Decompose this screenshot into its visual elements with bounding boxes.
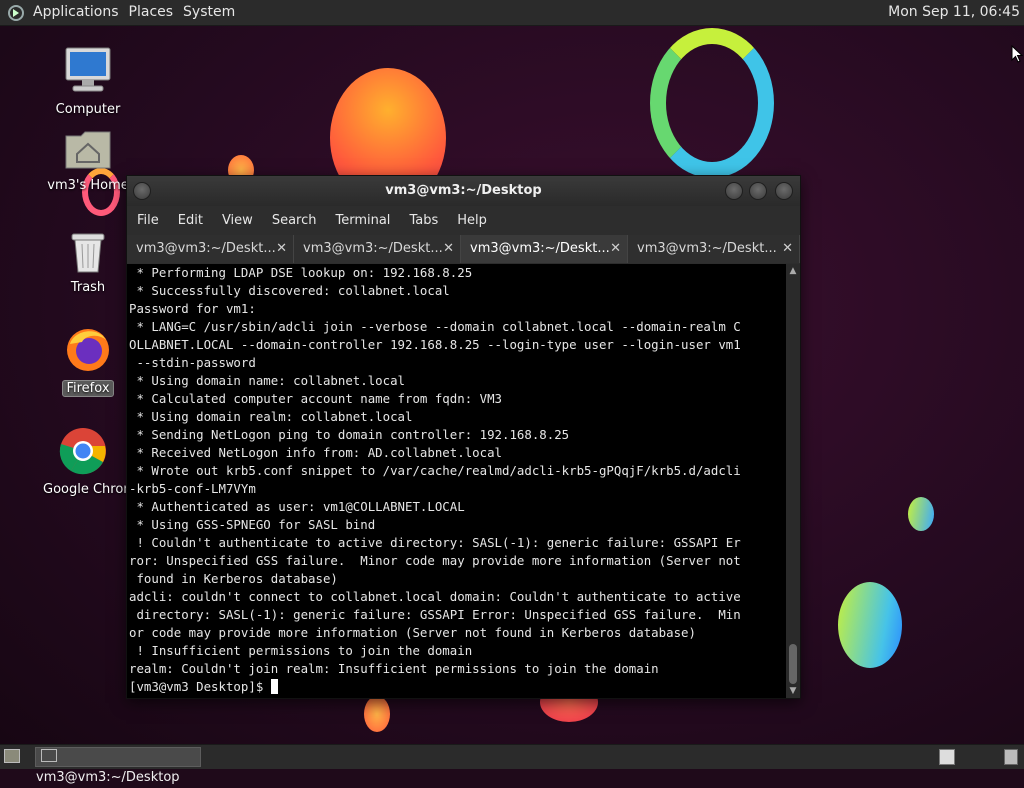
tab-label: vm3@vm3:~/Deskt... <box>637 241 777 256</box>
terminal-line: -krb5-conf-LM7VYm <box>129 481 256 496</box>
system-menu[interactable]: System <box>183 0 245 25</box>
terminal-output[interactable]: * Performing LDAP DSE lookup on: 192.168… <box>127 264 786 698</box>
clock[interactable]: Mon Sep 11, 06:45 <box>888 0 1020 25</box>
show-desktop-icon[interactable] <box>4 749 20 763</box>
tab-label: vm3@vm3:~/Deskt... <box>303 241 443 256</box>
trash-applet-icon[interactable] <box>1004 749 1018 765</box>
terminal-line: adcli: couldn't connect to collabnet.loc… <box>129 589 741 604</box>
desktop-icon-firefox[interactable]: Firefox <box>40 326 136 397</box>
terminal-line: * LANG=C /usr/sbin/adcli join --verbose … <box>129 319 741 334</box>
terminal-window-icon <box>41 749 57 762</box>
terminal-line: * Wrote out krb5.conf snippet to /var/ca… <box>129 463 741 478</box>
tab-label: vm3@vm3:~/Deskt... <box>136 241 276 256</box>
taskbar-window-label: vm3@vm3:~/Desktop <box>36 770 180 785</box>
terminal-line: * Authenticated as user: vm1@COLLABNET.L… <box>129 499 465 514</box>
terminal-window[interactable]: vm3@vm3:~/Desktop File Edit View Search … <box>126 175 801 699</box>
terminal-line: ! Couldn't authenticate to active direct… <box>129 535 741 550</box>
terminal-line: * Successfully discovered: collabnet.loc… <box>129 283 450 298</box>
terminal-line: realm: Couldn't join realm: Insufficient… <box>129 661 659 676</box>
places-menu[interactable]: Places <box>129 0 184 25</box>
wallpaper-green-blue-blob <box>838 582 902 668</box>
menu-search[interactable]: Search <box>262 213 326 228</box>
wallpaper-bottom-orange-blob <box>364 696 390 732</box>
tab-label: vm3@vm3:~/Deskt... <box>470 241 610 256</box>
close-tab-icon[interactable]: ✕ <box>610 235 621 263</box>
menu-terminal[interactable]: Terminal <box>325 213 399 228</box>
wallpaper-small-green-blob <box>908 497 934 531</box>
terminal-tab[interactable]: vm3@vm3:~/Deskt... ✕ <box>628 235 800 263</box>
firefox-icon <box>67 329 109 371</box>
desktop-icon-label: vm3's Home <box>47 178 129 193</box>
text-cursor <box>270 679 278 694</box>
scrollbar-thumb[interactable] <box>789 644 797 684</box>
terminal-line: * Using GSS-SPNEGO for SASL bind <box>129 517 376 532</box>
computer-icon <box>65 47 111 92</box>
scroll-up-icon[interactable]: ▲ <box>786 266 800 276</box>
terminal-line: ror: Unspecified GSS failure. Minor code… <box>129 553 741 568</box>
shell-prompt: [vm3@vm3 Desktop]$ <box>129 679 271 694</box>
terminal-line: * Using domain realm: collabnet.local <box>129 409 413 424</box>
terminal-line: * Received NetLogon info from: AD.collab… <box>129 445 502 460</box>
terminal-line: OLLABNET.LOCAL --domain-controller 192.1… <box>129 337 741 352</box>
top-panel: Applications Places System Mon Sep 11, 0… <box>0 0 1024 26</box>
desktop-icon-trash[interactable]: Trash <box>40 228 136 295</box>
chrome-icon <box>59 428 106 475</box>
terminal-line: --stdin-password <box>129 355 256 370</box>
window-titlebar[interactable]: vm3@vm3:~/Desktop <box>127 176 800 206</box>
bottom-panel: vm3@vm3:~/Desktop <box>0 744 1024 785</box>
terminal-line: * Performing LDAP DSE lookup on: 192.168… <box>129 265 473 280</box>
desktop-icon-label: Trash <box>70 280 106 295</box>
close-tab-icon[interactable]: ✕ <box>782 235 793 263</box>
maximize-button[interactable] <box>749 182 767 200</box>
terminal-line: directory: SASL(-1): generic failure: GS… <box>129 607 741 622</box>
window-title: vm3@vm3:~/Desktop <box>385 183 542 198</box>
wallpaper-ring <box>650 28 774 178</box>
menu-view[interactable]: View <box>212 213 262 228</box>
applications-menu[interactable]: Applications <box>33 0 129 25</box>
terminal-line: * Sending NetLogon ping to domain contro… <box>129 427 570 442</box>
terminal-line: * Calculated computer account name from … <box>129 391 502 406</box>
terminal-prompt-line[interactable]: [vm3@vm3 Desktop]$ <box>127 678 786 696</box>
terminal-scrollbar[interactable]: ▲ ▼ <box>786 264 800 698</box>
mouse-pointer-icon <box>1011 45 1023 63</box>
menu-tabs[interactable]: Tabs <box>399 213 447 228</box>
terminal-line: * Using domain name: collabnet.local <box>129 373 406 388</box>
minimize-button[interactable] <box>725 182 743 200</box>
desktop-icon-label: Firefox <box>62 380 114 397</box>
terminal-tab[interactable]: vm3@vm3:~/Deskt... ✕ <box>127 235 294 263</box>
desktop-icon-label: Computer <box>55 102 121 117</box>
desktop-icon-home[interactable]: vm3's Home <box>40 128 136 193</box>
terminal-line: Password for vm1: <box>129 301 256 316</box>
terminal-menubar: File Edit View Search Terminal Tabs Help <box>127 206 800 234</box>
workspace-switcher[interactable] <box>939 749 955 765</box>
terminal-tabbar: vm3@vm3:~/Deskt... ✕ vm3@vm3:~/Deskt... … <box>127 235 800 263</box>
terminal-line: found in Kerberos database) <box>129 571 338 586</box>
trash-icon <box>71 233 105 273</box>
home-folder-icon <box>65 131 111 169</box>
terminal-line: ! Insufficient permissions to join the d… <box>129 643 473 658</box>
desktop-icon-computer[interactable]: Computer <box>40 46 136 117</box>
taskbar-window-button[interactable]: vm3@vm3:~/Desktop <box>35 747 201 785</box>
menu-edit[interactable]: Edit <box>168 213 212 228</box>
terminal-line: or code may provide more information (Se… <box>129 625 696 640</box>
desktop-icon-chrome[interactable]: Google Chrome <box>40 426 126 497</box>
desktop-icon-label: Google Chrome <box>43 482 126 497</box>
close-tab-icon[interactable]: ✕ <box>443 235 454 263</box>
terminal-tab[interactable]: vm3@vm3:~/Deskt... ✕ <box>294 235 461 263</box>
close-tab-icon[interactable]: ✕ <box>276 235 287 263</box>
scroll-down-icon[interactable]: ▼ <box>786 686 800 696</box>
close-button[interactable] <box>775 182 793 200</box>
app-menu-icon[interactable] <box>8 4 24 21</box>
menu-file[interactable]: File <box>127 213 168 228</box>
menu-help[interactable]: Help <box>447 213 496 228</box>
terminal-tab-active[interactable]: vm3@vm3:~/Deskt... ✕ <box>461 235 628 263</box>
